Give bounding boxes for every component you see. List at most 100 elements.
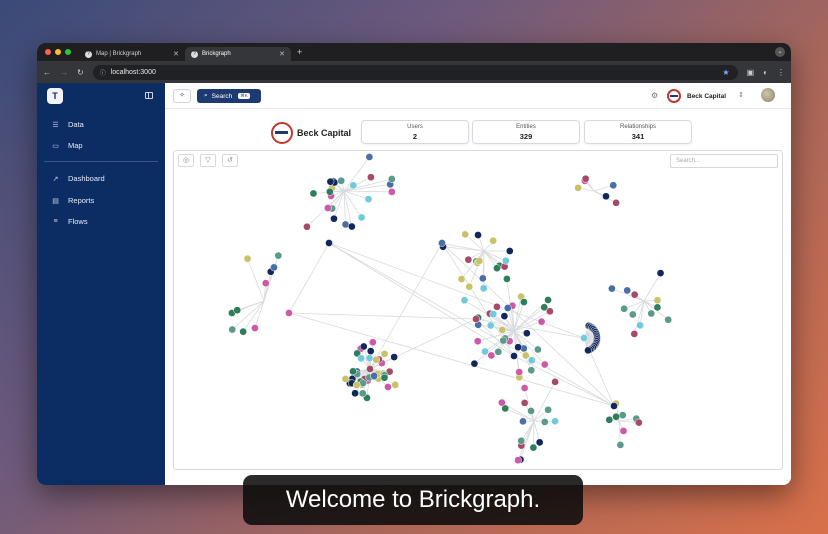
graph-node[interactable] bbox=[584, 346, 592, 355]
graph-node[interactable] bbox=[388, 175, 396, 183]
graph-node[interactable] bbox=[602, 192, 610, 201]
graph-node[interactable] bbox=[380, 350, 389, 358]
graph-node[interactable] bbox=[489, 310, 498, 318]
new-tab-button[interactable]: + bbox=[297, 47, 302, 57]
close-tab-icon[interactable]: ✕ bbox=[173, 50, 179, 58]
graph-node[interactable] bbox=[367, 173, 375, 182]
graph-node[interactable] bbox=[479, 284, 488, 293]
graph-node[interactable] bbox=[529, 443, 538, 452]
graph-node[interactable] bbox=[380, 373, 389, 382]
graph-node[interactable] bbox=[487, 351, 496, 360]
graph-node[interactable] bbox=[285, 309, 293, 317]
graph-node[interactable] bbox=[494, 347, 503, 356]
graph-node[interactable] bbox=[228, 325, 237, 334]
graph-node[interactable] bbox=[486, 321, 495, 330]
graph-node[interactable] bbox=[461, 230, 470, 239]
graph-node[interactable] bbox=[521, 351, 530, 360]
graph-node[interactable] bbox=[635, 418, 643, 427]
graph-node[interactable] bbox=[489, 236, 497, 245]
app-logo[interactable]: T bbox=[47, 88, 63, 104]
graph-node[interactable] bbox=[251, 324, 259, 332]
graph-node[interactable] bbox=[243, 254, 252, 263]
browser-menu-icon[interactable]: ⋮ bbox=[777, 68, 785, 77]
graph-node[interactable] bbox=[465, 282, 474, 291]
graph-node[interactable] bbox=[457, 275, 466, 283]
graph-node[interactable] bbox=[647, 309, 656, 318]
graph-node[interactable] bbox=[357, 213, 366, 222]
network-graph[interactable] bbox=[174, 151, 783, 470]
graph-node[interactable] bbox=[274, 251, 283, 260]
graph-node[interactable] bbox=[546, 307, 554, 316]
graph-node[interactable] bbox=[581, 174, 590, 183]
graph-node[interactable] bbox=[505, 247, 514, 255]
sidebar-item-dashboard[interactable]: ↗ Dashboard bbox=[51, 174, 105, 183]
graph-node[interactable] bbox=[664, 315, 673, 324]
graph-node[interactable] bbox=[517, 436, 526, 445]
graph-node[interactable] bbox=[372, 355, 381, 364]
close-window-button[interactable] bbox=[45, 49, 51, 55]
address-bar[interactable]: ⓘ localhost:3000 ★ bbox=[92, 64, 738, 80]
graph-node[interactable] bbox=[656, 269, 665, 277]
graph-node[interactable] bbox=[618, 411, 627, 420]
site-info-icon[interactable]: ⓘ bbox=[100, 68, 106, 77]
graph-node[interactable] bbox=[609, 181, 618, 190]
graph-node[interactable] bbox=[472, 315, 480, 323]
graph-node[interactable] bbox=[348, 222, 356, 231]
graph-node[interactable] bbox=[460, 296, 469, 305]
graph-node[interactable] bbox=[501, 256, 510, 265]
browser-tab-brickgraph[interactable]: ? Brickgraph ✕ bbox=[185, 47, 291, 61]
graph-node[interactable] bbox=[520, 399, 529, 407]
graph-node[interactable] bbox=[478, 274, 487, 283]
graph-node[interactable] bbox=[535, 438, 544, 447]
graph-node[interactable] bbox=[325, 187, 334, 196]
graph-node[interactable] bbox=[630, 330, 639, 338]
graph-node[interactable] bbox=[270, 263, 278, 272]
sidebar-item-map[interactable]: ▭ Map bbox=[51, 141, 82, 150]
maximize-window-button[interactable] bbox=[65, 49, 71, 55]
graph-node[interactable] bbox=[233, 306, 242, 315]
graph-node[interactable] bbox=[580, 334, 588, 342]
graph-node[interactable] bbox=[349, 367, 357, 376]
graph-node[interactable] bbox=[366, 347, 375, 355]
graph-node[interactable] bbox=[514, 456, 522, 465]
graph-node[interactable] bbox=[357, 354, 365, 363]
graph-node[interactable] bbox=[384, 383, 392, 391]
graph-node[interactable] bbox=[499, 336, 508, 345]
graph-node[interactable] bbox=[522, 329, 531, 338]
graph-node[interactable] bbox=[608, 284, 616, 293]
back-icon[interactable]: ← bbox=[43, 68, 51, 77]
graph-node[interactable] bbox=[239, 327, 248, 336]
graph-node[interactable] bbox=[612, 412, 620, 421]
gear-icon[interactable]: ⚙ bbox=[651, 91, 658, 100]
graph-node[interactable] bbox=[527, 407, 535, 415]
graph-node[interactable] bbox=[520, 298, 528, 306]
tab-search-icon[interactable]: ⌄ bbox=[775, 47, 785, 57]
graph-node[interactable] bbox=[388, 188, 396, 196]
extensions-icon[interactable]: ▣ bbox=[747, 68, 755, 77]
close-tab-icon[interactable]: ✕ bbox=[279, 50, 285, 58]
graph-node[interactable] bbox=[365, 153, 374, 161]
sidebar-item-flows[interactable]: ≡ Flows bbox=[51, 217, 87, 226]
graph-node[interactable] bbox=[475, 257, 484, 265]
graph-node[interactable] bbox=[544, 405, 552, 414]
graph-node[interactable] bbox=[391, 381, 400, 389]
graph-node[interactable] bbox=[520, 384, 529, 392]
avatar[interactable] bbox=[761, 88, 775, 102]
reload-icon[interactable]: ↻ bbox=[77, 68, 84, 77]
graph-node[interactable] bbox=[544, 296, 552, 304]
graph-node[interactable] bbox=[537, 317, 546, 326]
graph-node[interactable] bbox=[390, 353, 398, 361]
graph-node[interactable] bbox=[540, 418, 549, 426]
graph-node[interactable] bbox=[653, 296, 662, 305]
target-button[interactable]: ◎ bbox=[178, 154, 194, 167]
graph-node[interactable] bbox=[551, 417, 559, 426]
graph-canvas[interactable]: ◎ ▽ ↺ Search... bbox=[173, 150, 783, 470]
graph-node[interactable] bbox=[574, 183, 582, 192]
graph-node[interactable] bbox=[623, 286, 632, 295]
graph-node[interactable] bbox=[481, 347, 489, 356]
graph-node[interactable] bbox=[359, 342, 368, 351]
graph-node[interactable] bbox=[636, 321, 644, 330]
graph-node[interactable] bbox=[370, 372, 378, 380]
bookmark-star-icon[interactable]: ★ bbox=[722, 68, 729, 77]
graph-node[interactable] bbox=[630, 290, 639, 299]
